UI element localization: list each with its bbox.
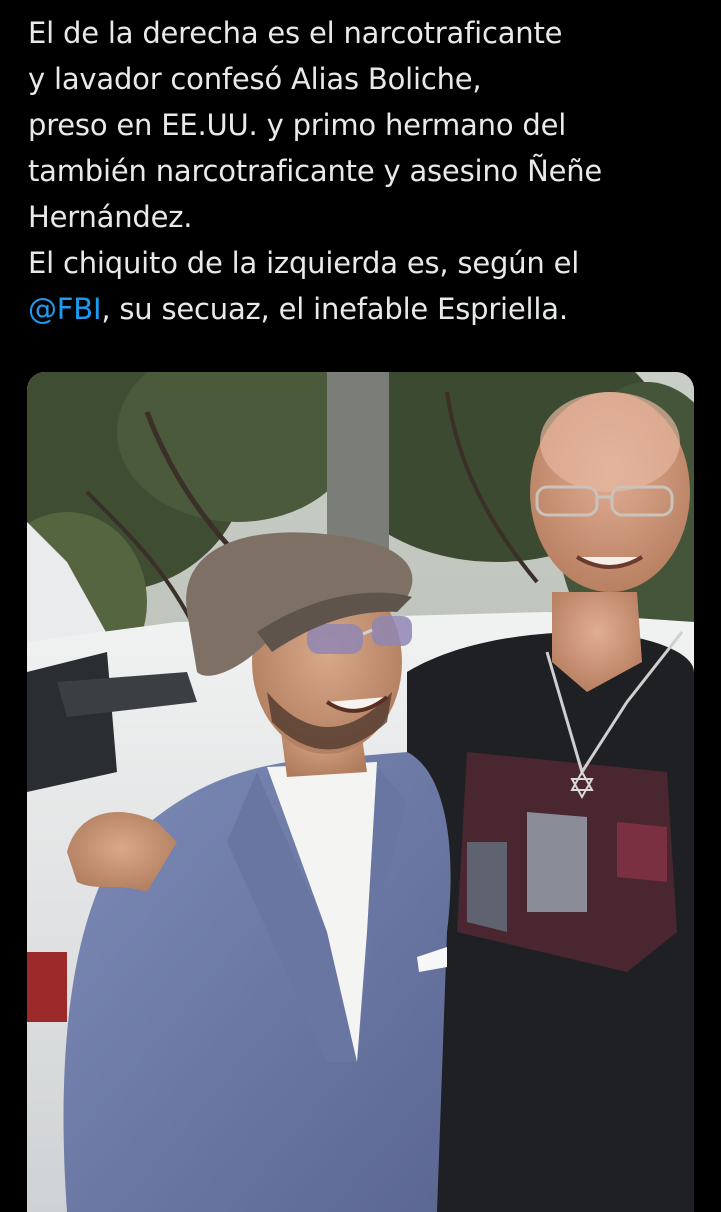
tweet-photo[interactable] (27, 372, 694, 1212)
tweet-text-line: y lavador confesó Alias Boliche, (28, 62, 482, 96)
tweet-text-segment: , su secuaz, el inefable Espriella. (101, 292, 568, 326)
tweet-text-line: Hernández. (28, 200, 193, 234)
tweet-text-line: también narcotraficante y asesino Ñeñe (28, 154, 603, 188)
tweet-text-last-line: @FBI, su secuaz, el inefable Espriella. (28, 286, 708, 332)
tweet-text-line: preso en EE.UU. y primo hermano del (28, 108, 567, 142)
mention-link[interactable]: @FBI (28, 292, 102, 326)
tweet-text-line: El chiquito de la izquierda es, según el (28, 246, 580, 280)
tweet-text: El de la derecha es el narcotraficante y… (28, 10, 708, 332)
tweet-text-line: El de la derecha es el narcotraficante (28, 16, 563, 50)
photo-illustration (27, 372, 694, 1212)
